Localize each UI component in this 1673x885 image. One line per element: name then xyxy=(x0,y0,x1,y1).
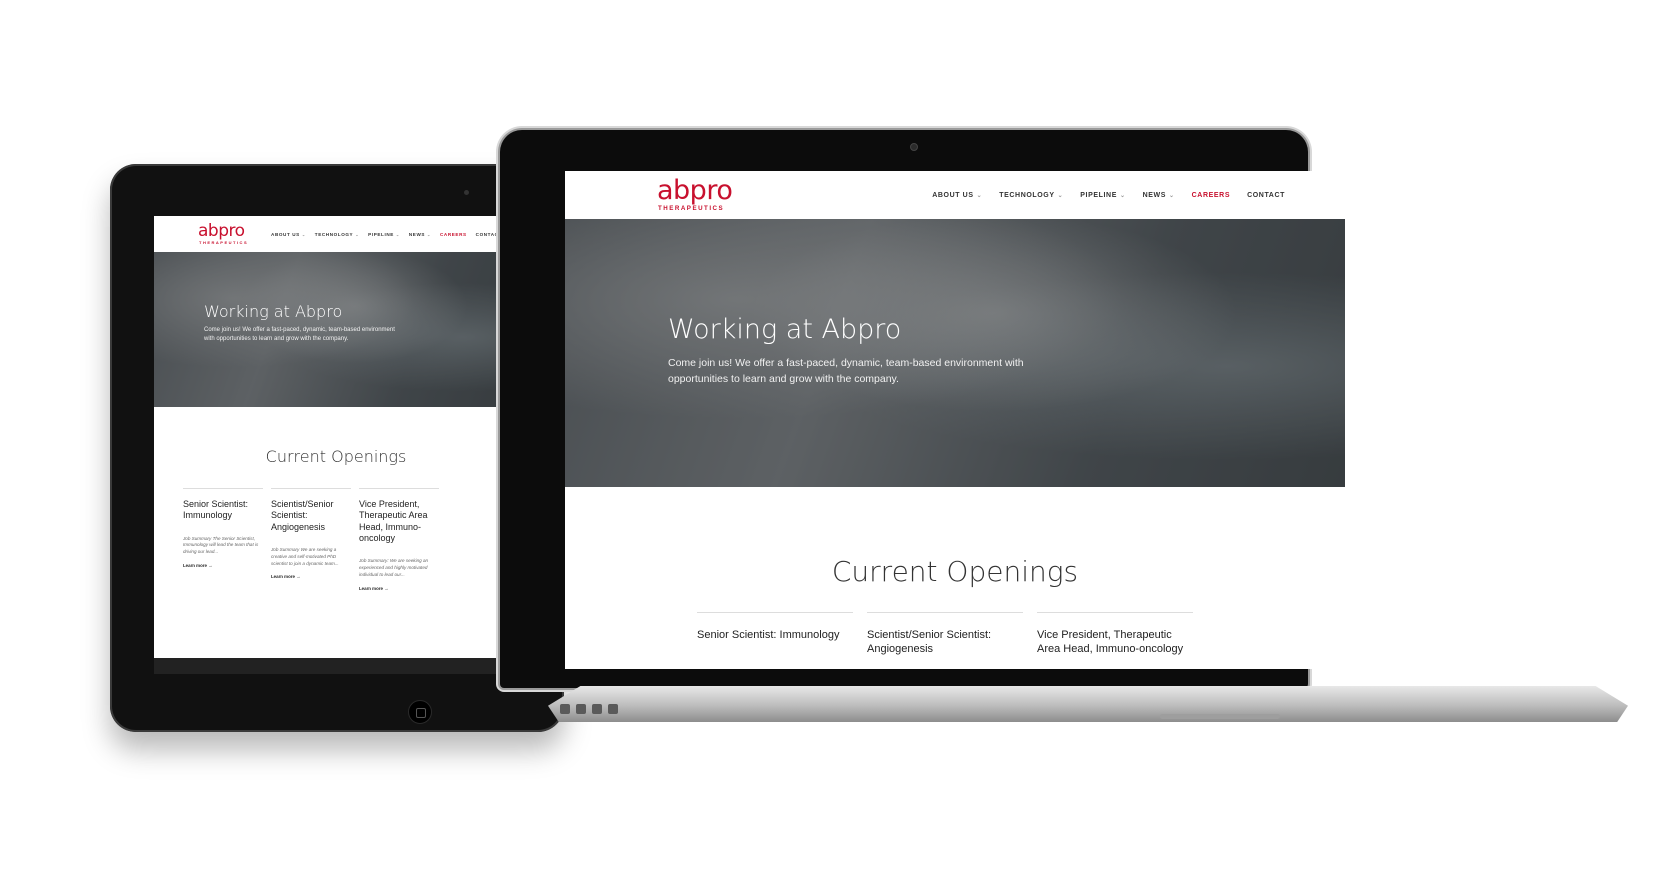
job-card: Senior Scientist: Immunology Job Summary… xyxy=(183,488,263,591)
camera-icon xyxy=(464,190,469,195)
chevron-down-icon: ⌄ xyxy=(1119,192,1126,199)
chevron-down-icon: ⌄ xyxy=(1057,192,1064,199)
nav-item-technology[interactable]: TECHNOLOGY ⌄ xyxy=(315,232,359,237)
hero-text: Come join us! We offer a fast-paced, dyn… xyxy=(204,327,395,343)
job-card: Vice President, Therapeutic Area Head, I… xyxy=(1037,612,1193,657)
chevron-down-icon: ⌄ xyxy=(427,231,431,237)
chevron-down-icon: ⌄ xyxy=(1169,192,1175,199)
nav-item-pipeline[interactable]: PIPELINE ⌄ xyxy=(1080,192,1125,199)
main-nav: ABOUT US ⌄ TECHNOLOGY ⌄ PIPELINE ⌄ NEWS ⌄ CA… xyxy=(262,232,502,237)
job-summary: Job Summary We are seeking a creative an… xyxy=(271,546,339,566)
logo-subtitle: THERAPEUTICS xyxy=(658,205,725,213)
hero-copy: Working at Abpro Come join us! We offer … xyxy=(204,302,404,345)
learn-more-link[interactable]: Learn more → xyxy=(271,574,351,579)
chevron-down-icon: ⌄ xyxy=(301,231,306,237)
job-card: Scientist/Senior Scientist: Angiogenesis xyxy=(867,612,1023,657)
job-card: Vice President, Therapeutic Area Head, I… xyxy=(359,488,439,591)
nav-item-contact[interactable]: CONTACT xyxy=(476,232,502,237)
job-title[interactable]: Scientist/Senior Scientist: Angiogenesis xyxy=(867,629,1023,657)
nav-item-technology[interactable]: TECHNOLOGY ⌄ xyxy=(999,192,1063,199)
hero-banner: Working at Abpro Come join us! We offer … xyxy=(154,252,518,407)
laptop-lid-notch xyxy=(1160,714,1280,719)
site-header: abpro THERAPEUTICS ABOUT US ⌄ TECHNOLOGY ⌄… xyxy=(154,216,518,252)
chevron-down-icon: ⌄ xyxy=(395,231,400,237)
nav-item-about-us[interactable]: ABOUT US ⌄ xyxy=(932,192,982,199)
port-icon xyxy=(592,704,602,714)
laptop-screen: abpro THERAPEUTICS ABOUT US ⌄ TECHNOLOGY ⌄… xyxy=(565,171,1345,669)
logo-wordmark: abpro xyxy=(198,221,245,241)
job-list: Senior Scientist: Immunology Scientist/S… xyxy=(697,612,1345,657)
learn-more-link[interactable]: Learn more → xyxy=(183,563,263,568)
job-title[interactable]: Scientist/Senior Scientist: Angiogenesis xyxy=(271,499,351,533)
hero-banner: Working at Abpro Come join us! We offer … xyxy=(565,219,1345,487)
job-title[interactable]: Senior Scientist: Immunology xyxy=(697,629,853,643)
camera-icon xyxy=(910,143,918,151)
port-icon xyxy=(560,704,570,714)
logo[interactable]: abpro THERAPEUTICS xyxy=(657,175,733,213)
job-card: Senior Scientist: Immunology xyxy=(697,612,853,657)
hero-copy: Working at Abpro Come join us! We offer … xyxy=(668,314,1048,388)
nav-item-news[interactable]: NEWS ⌄ xyxy=(409,232,431,237)
nav-item-careers[interactable]: CAREERS xyxy=(1192,192,1230,199)
job-title[interactable]: Senior Scientist: Immunology xyxy=(183,499,263,522)
openings-title: Current Openings xyxy=(831,555,1079,588)
device-mockup-stage: abpro THERAPEUTICS ABOUT US ⌄ TECHNOLOGY ⌄… xyxy=(0,0,1673,885)
home-button-icon[interactable] xyxy=(408,700,432,724)
logo[interactable]: abpro THERAPEUTICS xyxy=(198,223,248,245)
job-title[interactable]: Vice President, Therapeutic Area Head, I… xyxy=(1037,629,1193,657)
tablet-screen: abpro THERAPEUTICS ABOUT US ⌄ TECHNOLOGY ⌄… xyxy=(154,216,518,674)
main-nav: ABOUT US ⌄ TECHNOLOGY ⌄ PIPELINE ⌄ NEWS ⌄ CA… xyxy=(915,192,1285,199)
job-summary: Job Summary The Senior Scientist, Immuno… xyxy=(183,535,259,555)
port-icon xyxy=(608,704,618,714)
openings-title: Current Openings xyxy=(265,447,407,466)
chevron-down-icon: ⌄ xyxy=(976,192,983,199)
site-footer xyxy=(154,658,518,674)
laptop-ports xyxy=(560,704,618,714)
hero-title: Working at Abpro xyxy=(668,314,902,345)
site-header: abpro THERAPEUTICS ABOUT US ⌄ TECHNOLOGY ⌄… xyxy=(565,171,1345,219)
job-list: Senior Scientist: Immunology Job Summary… xyxy=(183,488,518,591)
hero-title: Working at Abpro xyxy=(204,302,343,321)
nav-item-about-us[interactable]: ABOUT US ⌄ xyxy=(271,232,306,237)
chevron-down-icon: ⌄ xyxy=(355,231,360,237)
hero-text: Come join us! We offer a fast-paced, dyn… xyxy=(668,357,1024,386)
nav-item-contact[interactable]: CONTACT xyxy=(1247,192,1285,199)
port-icon xyxy=(576,704,586,714)
logo-wordmark: abpro xyxy=(657,175,733,207)
laptop-base xyxy=(548,686,1628,722)
learn-more-link[interactable]: Learn more → xyxy=(359,586,439,591)
job-summary: Job Summary: We are seeking an experienc… xyxy=(359,558,429,577)
tablet-device: abpro THERAPEUTICS ABOUT US ⌄ TECHNOLOGY ⌄… xyxy=(110,164,564,732)
job-title[interactable]: Vice President, Therapeutic Area Head, I… xyxy=(359,499,439,544)
nav-item-careers[interactable]: CAREERS xyxy=(440,232,467,237)
logo-subtitle: THERAPEUTICS xyxy=(199,240,249,245)
job-card: Scientist/Senior Scientist: Angiogenesis… xyxy=(271,488,351,591)
nav-item-pipeline[interactable]: PIPELINE ⌄ xyxy=(368,232,400,237)
nav-item-news[interactable]: NEWS ⌄ xyxy=(1143,192,1175,199)
